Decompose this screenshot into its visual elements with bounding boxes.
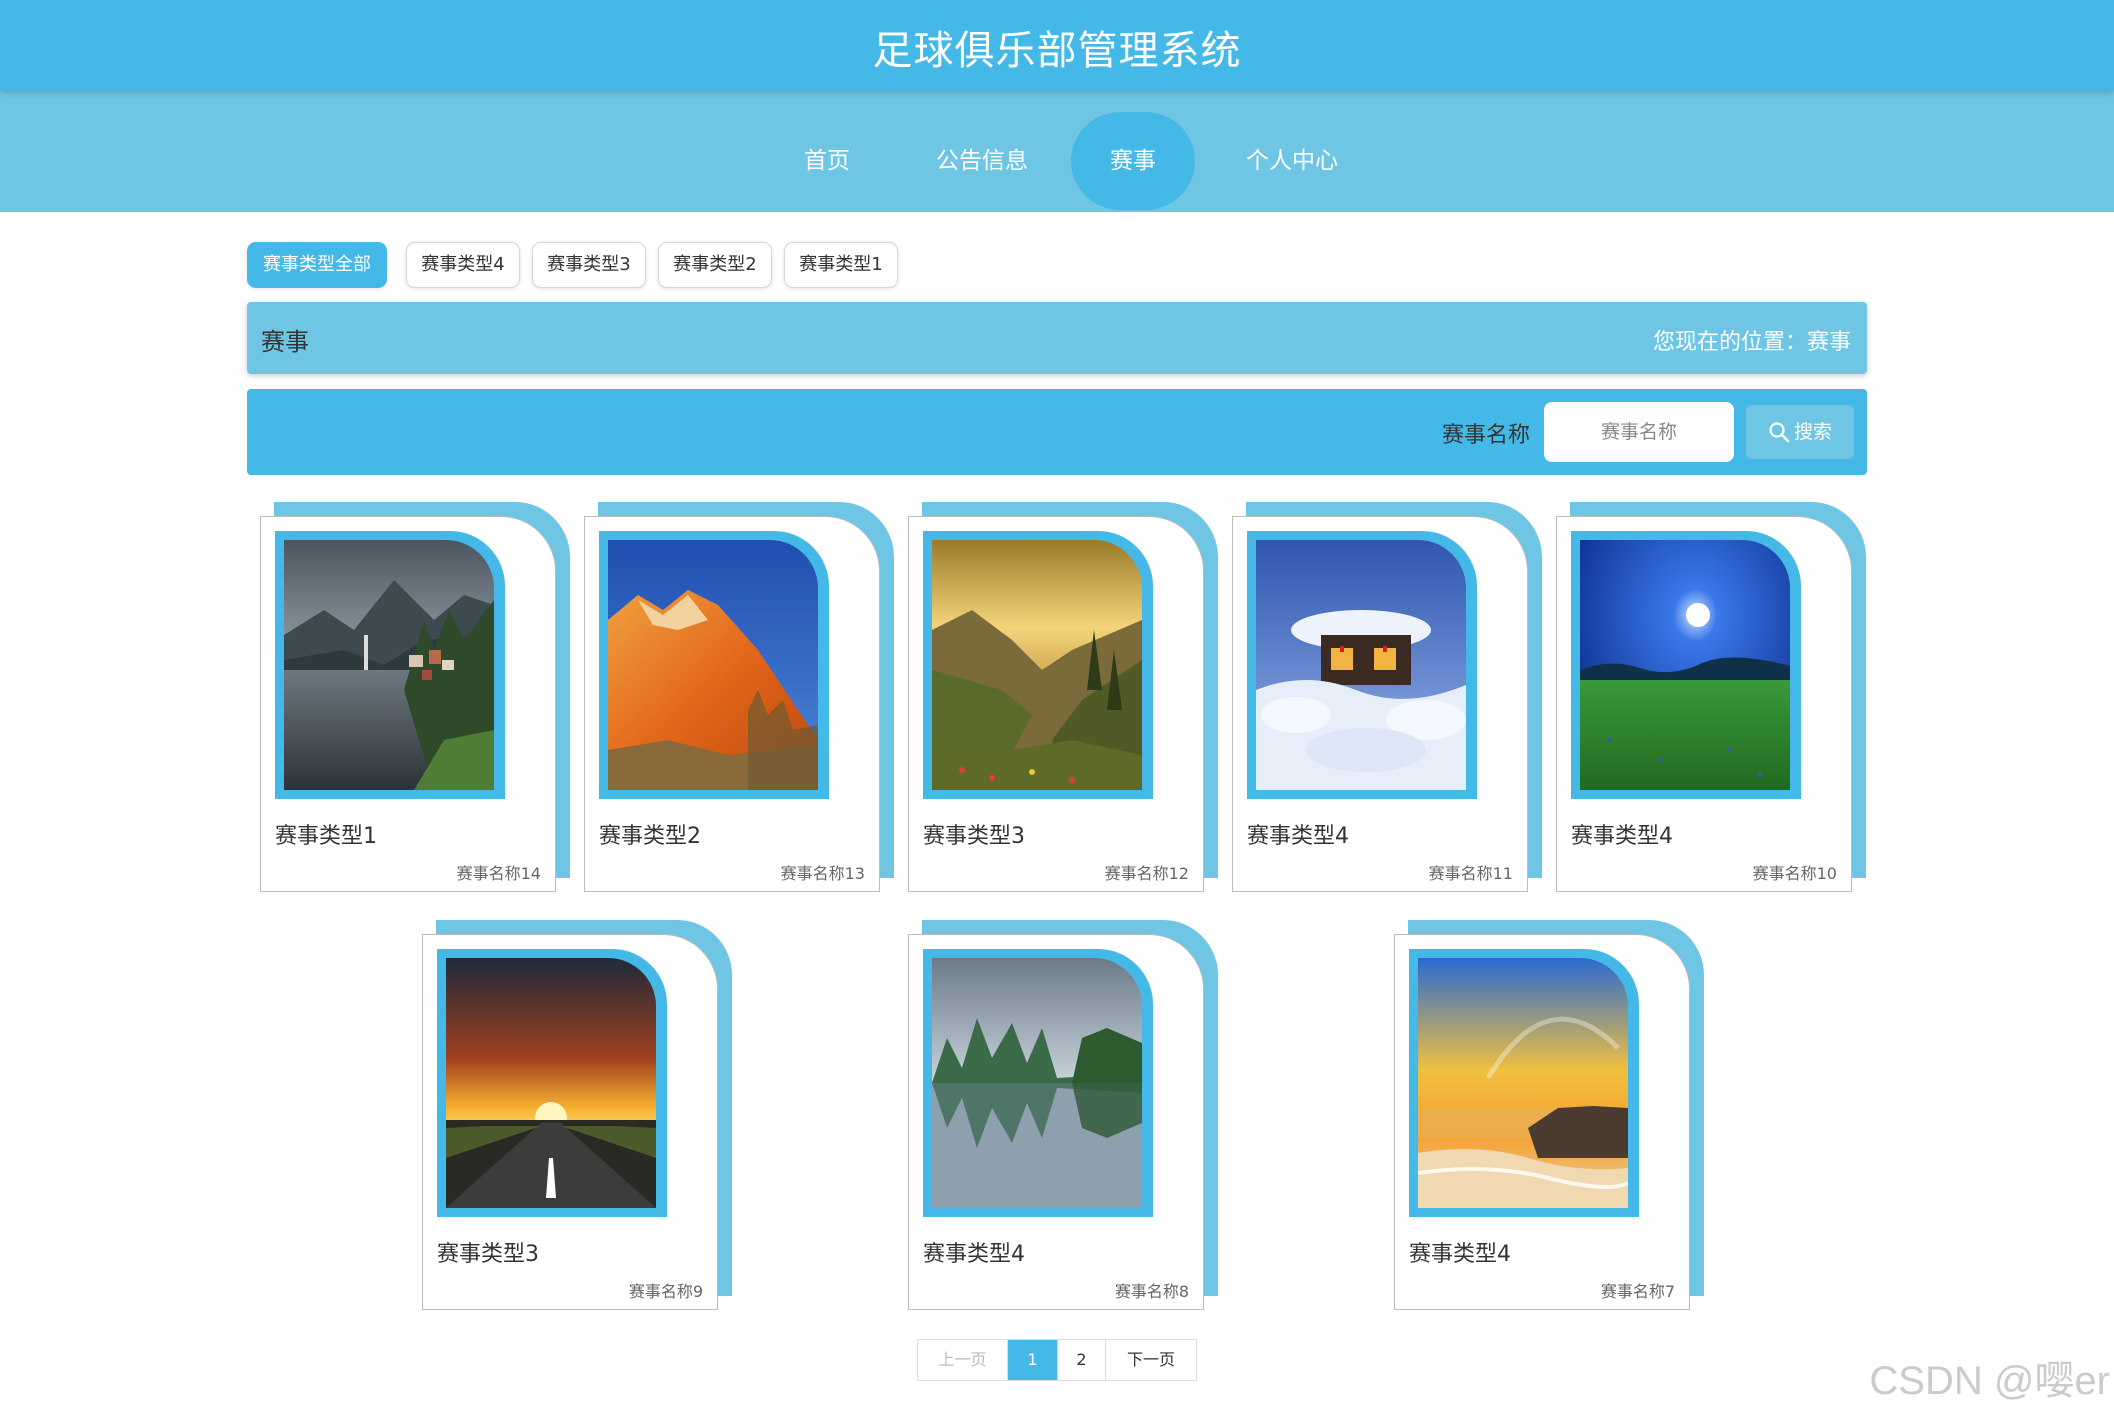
event-name: 赛事名称14 (456, 864, 541, 883)
event-image (284, 540, 494, 790)
event-image (1418, 958, 1628, 1208)
event-type: 赛事类型4 (1571, 824, 1673, 849)
event-name: 赛事名称7 (1600, 1282, 1675, 1301)
app-header: 足球俱乐部管理系统 (0, 0, 2114, 90)
event-card[interactable]: 赛事类型4 赛事名称11 (1232, 502, 1542, 892)
nav-personal-center[interactable]: 个人中心 (1240, 112, 1344, 210)
search-button-label: 搜索 (1793, 421, 1832, 443)
event-card[interactable]: 赛事类型4 赛事名称7 (1394, 920, 1704, 1310)
search-bar: 赛事名称 搜索 (247, 389, 1867, 475)
section-title: 赛事 (261, 328, 309, 356)
event-image (1580, 540, 1790, 790)
event-type: 赛事类型4 (1409, 1242, 1511, 1267)
page-button[interactable]: 1 (1008, 1340, 1058, 1380)
event-card[interactable]: 赛事类型3 赛事名称9 (422, 920, 732, 1310)
category-tab-type3[interactable]: 赛事类型3 (532, 242, 646, 288)
event-card[interactable]: 赛事类型4 赛事名称10 (1556, 502, 1866, 892)
event-image (932, 958, 1142, 1208)
watermark: CSDN @嘤er (1869, 1359, 2110, 1403)
event-card[interactable]: 赛事类型2 赛事名称13 (584, 502, 894, 892)
nav-events[interactable]: 赛事 (1071, 112, 1195, 210)
event-name: 赛事名称13 (780, 864, 865, 883)
event-type: 赛事类型2 (599, 824, 701, 849)
event-image (608, 540, 818, 790)
prev-page-button[interactable]: 上一页 (918, 1340, 1008, 1380)
event-card[interactable]: 赛事类型1 赛事名称14 (260, 502, 570, 892)
event-image (1256, 540, 1466, 790)
pagination: 上一页 1 2 下一页 (917, 1339, 1197, 1381)
event-name: 赛事名称12 (1104, 864, 1189, 883)
search-label: 赛事名称 (1442, 423, 1531, 448)
event-image (446, 958, 656, 1208)
event-name: 赛事名称10 (1752, 864, 1837, 883)
event-type: 赛事类型1 (275, 824, 377, 849)
category-tab-type2[interactable]: 赛事类型2 (658, 242, 772, 288)
event-type: 赛事类型3 (437, 1242, 539, 1267)
event-card[interactable]: 赛事类型3 赛事名称12 (908, 502, 1218, 892)
event-name: 赛事名称9 (628, 1282, 703, 1301)
next-page-button[interactable]: 下一页 (1106, 1340, 1196, 1380)
app-title: 足球俱乐部管理系统 (872, 28, 1242, 74)
category-tab-all[interactable]: 赛事类型全部 (247, 242, 387, 288)
search-button[interactable]: 搜索 (1746, 405, 1854, 459)
search-icon (1768, 421, 1794, 443)
nav-announcements[interactable]: 公告信息 (930, 112, 1034, 210)
event-name: 赛事名称8 (1114, 1282, 1189, 1301)
event-image (932, 540, 1142, 790)
event-name: 赛事名称11 (1428, 864, 1513, 883)
page-button[interactable]: 2 (1058, 1340, 1106, 1380)
event-type: 赛事类型3 (923, 824, 1025, 849)
search-input[interactable] (1544, 402, 1734, 462)
event-card[interactable]: 赛事类型4 赛事名称8 (908, 920, 1218, 1310)
category-tab-type1[interactable]: 赛事类型1 (784, 242, 898, 288)
category-tab-type4[interactable]: 赛事类型4 (406, 242, 520, 288)
main-nav: 首页 公告信息 赛事 个人中心 (0, 90, 2114, 212)
breadcrumb-location: 您现在的位置：赛事 (1652, 330, 1851, 355)
event-type: 赛事类型4 (923, 1242, 1025, 1267)
event-type: 赛事类型4 (1247, 824, 1349, 849)
nav-home[interactable]: 首页 (790, 112, 864, 210)
breadcrumb: 赛事 您现在的位置：赛事 (247, 302, 1867, 374)
